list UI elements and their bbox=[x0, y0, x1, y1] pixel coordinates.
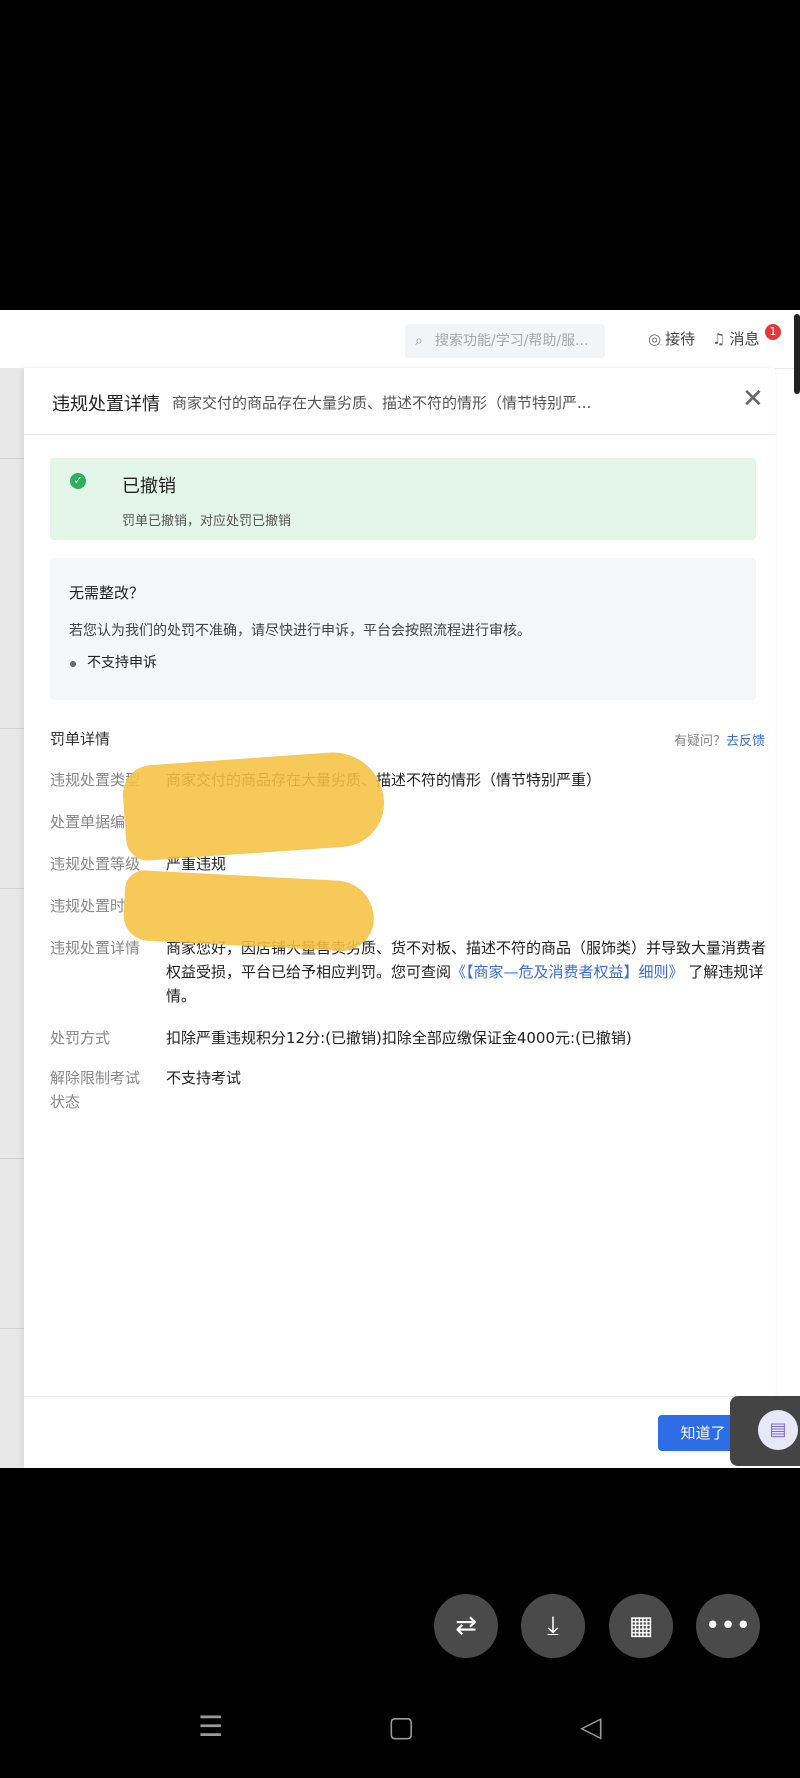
help-text: 有疑问？去反馈 bbox=[674, 730, 765, 749]
message-label: 消息 bbox=[729, 330, 760, 348]
drawer-footer: 知道了 bbox=[24, 1396, 775, 1468]
grid-menu-icon[interactable]: ▦ bbox=[609, 1594, 673, 1658]
message-badge: 1 bbox=[765, 324, 781, 340]
row-value: 商家您好，因店铺大量售卖劣质、货不对板、描述不符的商品（服饰类）并导致大量消费者… bbox=[166, 936, 776, 1008]
close-icon[interactable]: ✕ bbox=[742, 384, 764, 414]
download-icon[interactable]: ⤓ bbox=[521, 1594, 585, 1658]
back-nav-icon[interactable]: ◁ bbox=[580, 1710, 602, 1743]
appeal-bullet: 不支持申诉 bbox=[87, 655, 157, 671]
appeal-panel: 无需整改？ 若您认为我们的处罚不准确，请尽快进行申诉，平台会按照流程进行审核。 … bbox=[50, 558, 756, 700]
redaction-smear bbox=[121, 749, 387, 862]
rules-link[interactable]: 《【商家—危及消费者权益】细则》 bbox=[451, 963, 684, 981]
status-description: 罚单已撤销，对应处罚已撤销 bbox=[122, 514, 292, 529]
check-circle-icon: ✓ bbox=[70, 473, 86, 489]
floating-assistant[interactable]: ▤ bbox=[730, 1396, 800, 1466]
violation-detail-drawer: 违规处置详情 商家交付的商品存在大量劣质、描述不符的情形（情节特别严... ✕ … bbox=[24, 368, 775, 1468]
bell-icon: ♫ bbox=[712, 330, 726, 348]
search-icon: ⌕ bbox=[415, 333, 423, 349]
drawer-title: 违规处置详情 bbox=[52, 394, 160, 415]
more-icon[interactable]: ••• bbox=[696, 1594, 760, 1658]
appeal-question: 无需整改？ bbox=[69, 584, 145, 602]
message-button[interactable]: ♫ 消息 bbox=[712, 328, 759, 349]
headset-icon: ◎ bbox=[648, 330, 662, 348]
row-value: 扣除严重违规积分12分:(已撤销)扣除全部应缴保证金4000元:(已撤销) bbox=[166, 1029, 632, 1047]
feedback-link[interactable]: 去反馈 bbox=[726, 734, 765, 749]
top-bar: ⌕ 搜索功能/学习/帮助/服... ◎ 接待 ♫ 消息 1 bbox=[0, 310, 800, 394]
row-label: 违规处置详情 bbox=[50, 939, 141, 957]
app-screen: ⌕ 搜索功能/学习/帮助/服... ◎ 接待 ♫ 消息 1 违规处置详情 商家交付的商… bbox=[0, 310, 800, 1468]
row-label: 处罚方式 bbox=[50, 1029, 111, 1047]
search-input[interactable]: ⌕ 搜索功能/学习/帮助/服... bbox=[405, 324, 605, 358]
search-placeholder: 搜索功能/学习/帮助/服... bbox=[435, 333, 589, 349]
service-label: 接待 bbox=[665, 330, 696, 348]
row-value: 不支持考试 bbox=[166, 1069, 242, 1087]
row-label: 解除限制考试状态 bbox=[50, 1069, 141, 1111]
drawer-header: 违规处置详情 商家交付的商品存在大量劣质、描述不符的情形（情节特别严... ✕ bbox=[24, 368, 775, 435]
home-nav-icon[interactable]: ▢ bbox=[388, 1710, 414, 1743]
menu-nav-icon[interactable]: ☰ bbox=[198, 1710, 223, 1743]
drawer-subtitle: 商家交付的商品存在大量劣质、描述不符的情形（情节特别严... bbox=[172, 394, 592, 412]
service-button[interactable]: ◎ 接待 bbox=[648, 328, 695, 349]
bullet-dot bbox=[70, 661, 76, 667]
translate-icon[interactable]: ⇄ bbox=[434, 1594, 498, 1658]
status-title: 已撤销 bbox=[122, 476, 176, 497]
scrollbar[interactable] bbox=[794, 314, 800, 394]
appeal-description: 若您认为我们的处罚不准确，请尽快进行申诉，平台会按照流程进行审核。 bbox=[69, 623, 531, 639]
redaction-smear bbox=[122, 869, 376, 953]
background-page-edge bbox=[0, 368, 24, 1468]
help-prefix: 有疑问？ bbox=[674, 734, 727, 749]
revoked-status-banner: ✓ 已撤销 罚单已撤销，对应处罚已撤销 bbox=[50, 458, 756, 540]
section-title: 罚单详情 bbox=[50, 730, 111, 748]
assistant-icon: ▤ bbox=[758, 1410, 798, 1450]
row-value: 严重违规 bbox=[166, 855, 227, 873]
